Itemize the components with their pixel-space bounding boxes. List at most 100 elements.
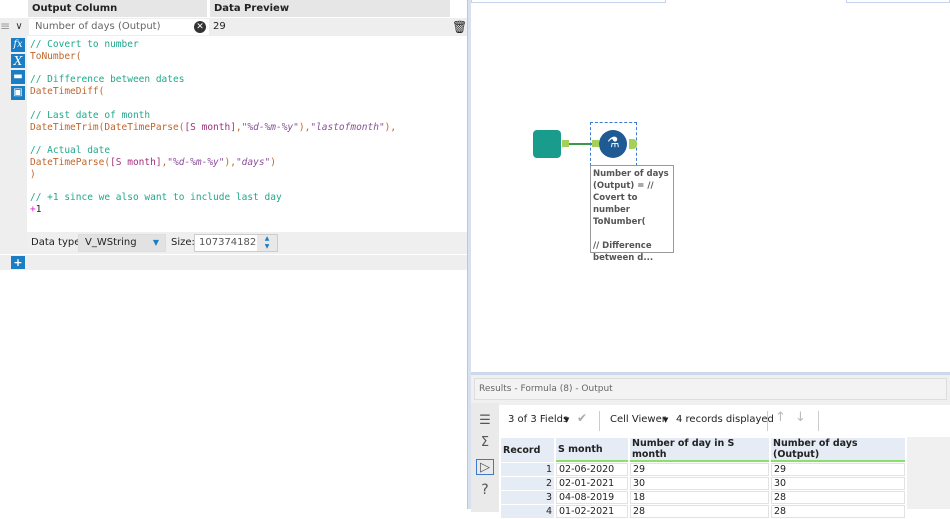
variable-icon[interactable]: X — [11, 54, 25, 68]
dropdown-arrow-icon: ▼ — [152, 238, 159, 247]
column-header[interactable]: Number of days (Output) — [771, 438, 905, 462]
code-line: // Last date of month — [30, 110, 465, 122]
output-column-header: Output Column — [28, 0, 207, 17]
table-cell[interactable]: 3 — [501, 491, 554, 504]
drag-handle-icon[interactable]: ≡ — [0, 19, 10, 35]
table-cell[interactable]: 28 — [630, 505, 769, 518]
workflow-canvas[interactable] — [471, 0, 950, 372]
table-cell[interactable]: 29 — [771, 463, 905, 476]
code-line: // Difference between dates — [30, 74, 465, 86]
code-token: [S month] — [110, 156, 162, 168]
code-token: ) — [30, 168, 36, 180]
help-icon[interactable]: ? — [477, 482, 493, 498]
input-data-tool-icon[interactable] — [533, 130, 561, 158]
table-row[interactable]: 1 02-06-2020 29 29 — [501, 463, 905, 476]
code-token: [S month] — [184, 121, 236, 133]
code-token: "%d-%m-%y" — [167, 156, 225, 168]
table-cell[interactable]: 2 — [501, 477, 554, 490]
table-row[interactable]: 2 02-01-2021 30 30 — [501, 477, 905, 490]
open-folder-icon[interactable]: ▬ — [11, 70, 25, 84]
tag-icon[interactable]: ▷ — [476, 459, 494, 475]
code-token: // Last date of month — [30, 109, 151, 121]
code-token: DateTimeParse( — [30, 156, 111, 168]
data-preview-header: Data Preview — [210, 0, 450, 17]
formula-tool-icon[interactable]: ⚗ — [599, 130, 627, 158]
table-cell[interactable]: 02-06-2020 — [556, 463, 628, 476]
column-header[interactable]: Number of day in S month — [630, 438, 769, 462]
column-header[interactable]: Record — [501, 438, 554, 462]
code-token: "days" — [235, 156, 271, 168]
code-token: ), — [384, 121, 397, 133]
code-token: ToNumber( — [30, 50, 82, 62]
code-line: DateTimeTrim(DateTimeParse([S month],"%d… — [30, 122, 465, 134]
code-token: ), — [298, 121, 311, 133]
size-stepper[interactable]: ▲ ▼ — [257, 235, 277, 251]
code-token: DateTimeTrim(DateTimeParse( — [30, 121, 185, 133]
arrow-up-icon[interactable]: ↑ — [775, 410, 786, 425]
code-line: ToNumber( — [30, 51, 465, 63]
table-view-icon[interactable]: ☰ — [477, 413, 493, 429]
arrow-down-icon[interactable]: ↓ — [795, 410, 806, 425]
caret-down-icon[interactable]: ▼ — [564, 416, 569, 424]
table-cell[interactable]: 4 — [501, 505, 554, 518]
code-line: DateTimeDiff( — [30, 86, 465, 98]
code-token: ), — [224, 156, 236, 168]
sigma-icon[interactable]: Σ — [477, 435, 493, 451]
formula-panel: Output Column Data Preview ≡ ∨ Number of… — [0, 0, 467, 509]
code-line: DateTimeParse([S month],"%d-%m-%y"),"day… — [30, 157, 465, 169]
tool-annotation: Number of days (Output) = // Covert to n… — [590, 165, 674, 263]
connection-line — [569, 143, 592, 145]
code-token: 1 — [35, 204, 42, 216]
data-type-label: Data type: — [31, 237, 84, 248]
table-cell[interactable]: 30 — [630, 477, 769, 490]
formula-editor[interactable]: // Covert to number ToNumber( // Differen… — [30, 39, 465, 216]
code-token: "lastofmonth" — [310, 121, 385, 133]
output-anchor[interactable] — [629, 139, 637, 149]
table-cell[interactable]: 30 — [771, 477, 905, 490]
table-cell[interactable]: 29 — [630, 463, 769, 476]
code-token: "%d-%m-%y" — [241, 121, 299, 133]
fields-dropdown[interactable]: 3 of 3 Fields — [508, 414, 568, 425]
code-line: ) — [30, 169, 465, 181]
code-token: // Difference between dates — [30, 74, 185, 86]
table-cell[interactable]: 04-08-2019 — [556, 491, 628, 504]
table-cell[interactable]: 28 — [771, 491, 905, 504]
table-row[interactable]: 4 01-02-2021 28 28 — [501, 505, 905, 518]
results-title: Results - Formula (8) - Output — [474, 378, 947, 400]
output-anchor[interactable] — [562, 140, 569, 147]
add-field-button[interactable]: + — [11, 256, 25, 269]
results-panel: Results - Formula (8) - Output ☰ Σ ▷ ? 3… — [471, 372, 950, 519]
data-preview-value: 29 — [213, 21, 226, 32]
table-cell[interactable]: 02-01-2021 — [556, 477, 628, 490]
table-row[interactable]: 3 04-08-2019 18 28 — [501, 491, 905, 504]
code-line: // +1 since we also want to include last… — [30, 192, 465, 204]
caret-down-icon[interactable]: ▼ — [663, 416, 668, 424]
data-type-select[interactable]: V_WString ▼ — [78, 234, 166, 252]
table-cell[interactable]: 28 — [771, 505, 905, 518]
save-icon[interactable]: ▣ — [11, 86, 25, 100]
check-icon[interactable]: ✔ — [577, 411, 587, 425]
code-line: // Covert to number — [30, 39, 465, 51]
results-table: Record S month Number of day in S month Num… — [499, 437, 907, 519]
code-token: // Covert to number — [30, 39, 139, 50]
output-column-input[interactable]: Number of days (Output) — [29, 19, 209, 35]
code-line: +1 — [30, 204, 465, 216]
code-token: // Actual date — [30, 145, 111, 157]
cell-viewer-dropdown[interactable]: Cell Viewer — [610, 414, 666, 425]
fx-icon[interactable]: fx — [11, 38, 25, 52]
table-cell[interactable]: 1 — [501, 463, 554, 476]
table-cell[interactable]: 18 — [630, 491, 769, 504]
trash-icon[interactable]: 🗑 — [452, 19, 467, 35]
column-header[interactable]: S month — [556, 438, 628, 462]
chevron-down-icon[interactable]: ∨ — [12, 18, 26, 36]
clear-icon[interactable]: ✕ — [194, 21, 206, 33]
code-token: ) — [270, 156, 277, 168]
size-label: Size: — [171, 237, 195, 248]
code-line: // Actual date — [30, 145, 465, 157]
table-cell[interactable]: 01-02-2021 — [556, 505, 628, 518]
size-input[interactable]: 1073741823 ▲ ▼ — [194, 234, 278, 252]
